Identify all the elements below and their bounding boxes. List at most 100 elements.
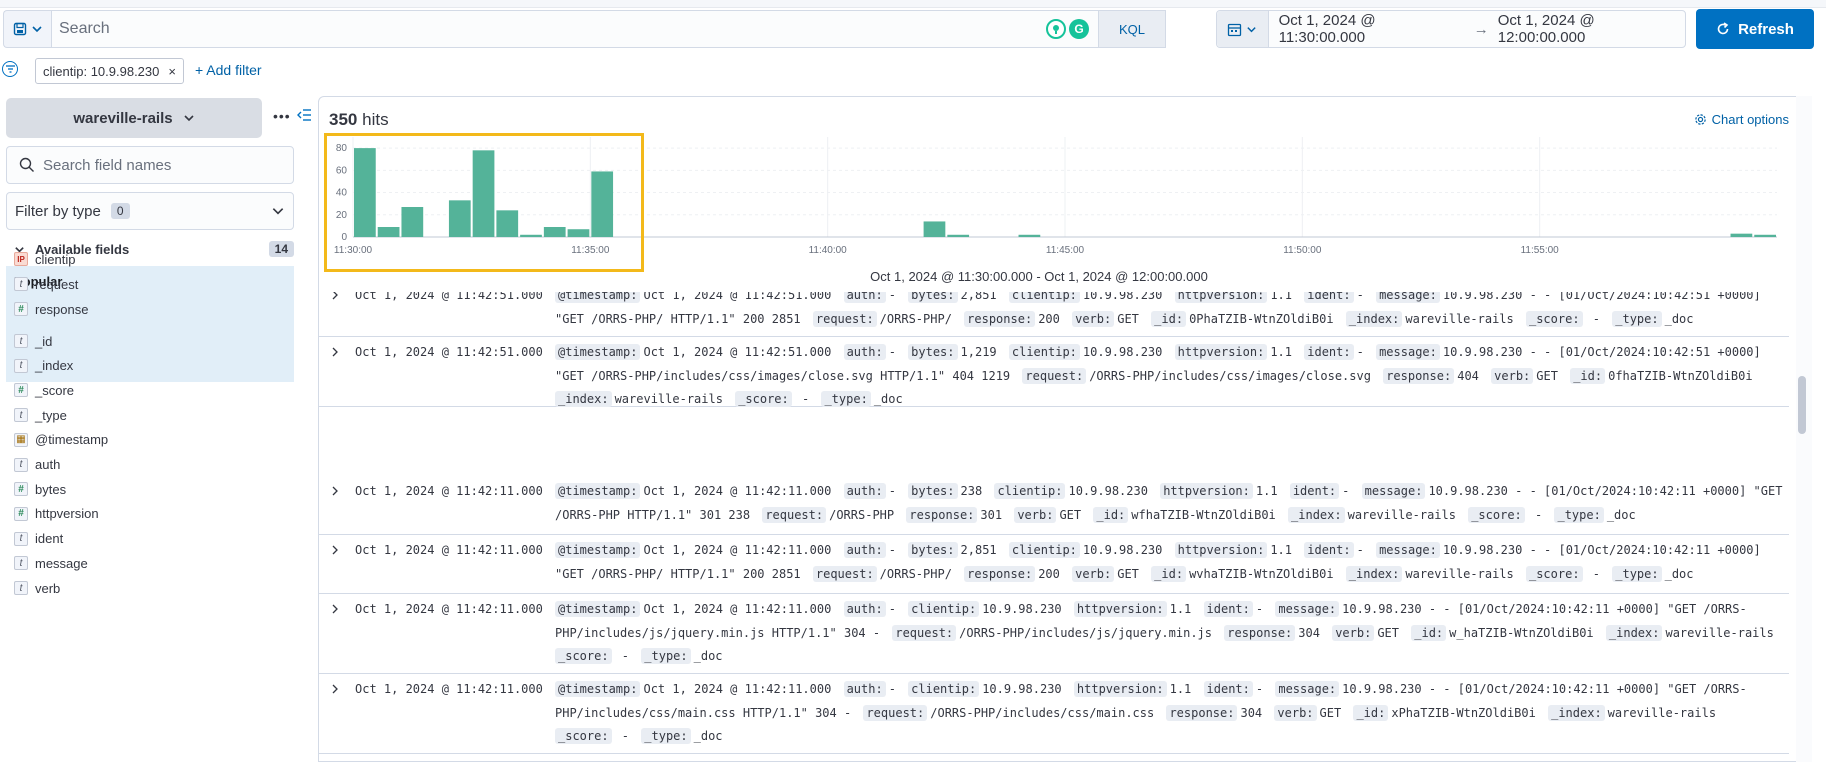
field-key: request: [1022, 367, 1087, 384]
histogram-chart[interactable]: 0 20 40 60 80 11:30:00 11:35:00 11:40:00 11:45:0… [319, 127, 1799, 277]
histogram: 0 20 40 60 80 11:30:00 11:35:00 11:40:00 11:45:0… [319, 127, 1799, 277]
field-value: 200 [1038, 566, 1060, 581]
field-item-clientip[interactable]: IP clientip [14, 249, 75, 269]
field-item-type[interactable]: t _type [14, 405, 67, 425]
histogram-bar[interactable] [354, 148, 376, 237]
end-date[interactable]: Oct 1, 2024 @ 12:00:00.000 [1498, 12, 1685, 46]
field-value: 0PhaTZIB-WtnZOldiB0i [1189, 311, 1334, 326]
histogram-bar[interactable] [1730, 233, 1753, 237]
field-value: 1,219 [960, 345, 997, 359]
add-filter-button[interactable]: + Add filter [195, 62, 262, 78]
field-name: verb [35, 580, 61, 596]
field-value: - [1585, 311, 1608, 326]
collapse-sidebar-icon[interactable] [297, 108, 311, 124]
refresh-button[interactable]: Refresh [1696, 9, 1814, 49]
field-value: /ORRS-PHP/ [879, 311, 952, 326]
field-item-timestamp[interactable]: ▦ @timestamp [14, 430, 108, 450]
extension-icon[interactable] [1046, 19, 1066, 39]
field-value: GET [1059, 507, 1082, 522]
field-name: response [35, 301, 89, 317]
field-item-bytes[interactable]: # bytes [14, 479, 66, 499]
field-item-request[interactable]: t request [14, 274, 78, 294]
field-key: request: [812, 310, 877, 327]
filter-by-type-button[interactable]: Filter by type 0 [6, 192, 294, 230]
expand-row-icon[interactable] [330, 292, 340, 303]
field-value: 0fhaTZIB-WtnZOldiB0i [1608, 368, 1753, 383]
histogram-bar[interactable] [520, 234, 542, 237]
histogram-bar[interactable] [1018, 234, 1041, 237]
field-search-input[interactable] [35, 156, 275, 174]
field-name: auth [35, 457, 61, 472]
field-key: verb: [1491, 367, 1534, 384]
more-options-icon[interactable]: ••• [273, 108, 291, 124]
histogram-bar[interactable] [947, 234, 970, 237]
field-item-id[interactable]: t _id [14, 331, 52, 351]
x-tick-label: 11:55:00 [1521, 245, 1560, 256]
table-row[interactable]: Oct 1, 2024 @ 11:42:11.000 @timestamp: Oct… [319, 594, 1789, 674]
table-row[interactable]: Oct 1, 2024 @ 11:42:11.000 @timestamp: Oct… [319, 674, 1789, 754]
field-value: - [1356, 292, 1364, 302]
results-panel: 350 hits Chart options 0 20 40 60 80 11:30:00… [318, 96, 1798, 762]
field-key: response: [964, 565, 1036, 582]
field-value: wareville-rails [1665, 625, 1774, 640]
expand-row-icon[interactable] [330, 485, 340, 499]
table-row[interactable]: Oct 1, 2024 @ 11:42:51.000 @timestamp: Oct… [319, 292, 1789, 337]
row-source: @timestamp: Oct 1, 2024 @ 11:42:51.000 au… [555, 341, 1785, 412]
saved-query-button[interactable] [3, 10, 51, 48]
search-input[interactable] [52, 11, 1052, 47]
scrollbar-thumb[interactable] [1798, 376, 1806, 434]
field-value: /ORRS-PHP [829, 507, 895, 522]
field-name: message [35, 555, 88, 571]
chevron-down-icon [184, 115, 194, 122]
field-value: 1.1 [1270, 345, 1293, 359]
field-item-index[interactable]: t _index [14, 356, 73, 376]
field-value: wareville-rails [614, 392, 723, 406]
filter-bar: clientip: 10.9.98.230 × + Add filter [0, 55, 1826, 85]
query-language-button[interactable]: KQL [1098, 11, 1165, 47]
table-row[interactable]: Oct 1, 2024 @ 11:42:51.000 @timestamp: Oct… [319, 337, 1789, 407]
field-item-response[interactable]: # response [14, 299, 88, 319]
close-icon[interactable]: × [168, 64, 176, 79]
field-item-score[interactable]: # _score [14, 380, 74, 400]
x-tick-label: 11:30:00 [334, 245, 373, 256]
table-row[interactable]: Oct 1, 2024 @ 11:42:11.000 @timestamp: Oct… [319, 535, 1789, 594]
refresh-icon [1717, 22, 1729, 35]
expand-row-icon[interactable] [330, 544, 340, 558]
expand-row-icon[interactable] [330, 346, 340, 360]
field-value: wareville-rails [1405, 311, 1514, 326]
grammarly-icon[interactable]: G [1069, 19, 1089, 39]
field-key: verb: [1072, 565, 1115, 582]
field-item-ident[interactable]: t ident [14, 529, 63, 549]
quick-date-button[interactable] [1217, 11, 1269, 47]
field-item-auth[interactable]: t auth [14, 455, 60, 475]
index-pattern-selector[interactable]: wareville-rails [6, 98, 262, 138]
chart-options-button[interactable]: Chart options [1694, 112, 1789, 127]
histogram-bar[interactable] [543, 227, 566, 237]
field-key: request: [863, 704, 928, 721]
histogram-bar[interactable] [591, 171, 614, 237]
field-key: verb: [1274, 704, 1317, 721]
field-item-httpversion[interactable]: # httpversion [14, 504, 99, 524]
histogram-bar[interactable] [923, 221, 946, 237]
histogram-bar[interactable] [472, 150, 495, 237]
field-value: - [888, 543, 896, 557]
field-item-message[interactable]: t message [14, 553, 88, 573]
filter-pill-clientip[interactable]: clientip: 10.9.98.230 × [35, 58, 184, 84]
histogram-bar[interactable] [377, 227, 400, 237]
field-item-verb[interactable]: t verb [14, 578, 60, 598]
expand-row-icon[interactable] [330, 603, 340, 617]
filter-options-icon[interactable] [2, 61, 18, 77]
histogram-bar[interactable] [567, 229, 590, 237]
histogram-bar[interactable] [401, 207, 424, 237]
field-key: _score: [555, 728, 612, 744]
histogram-bar[interactable] [1754, 234, 1776, 237]
filter-by-type-label: Filter by type [15, 202, 101, 220]
start-date[interactable]: Oct 1, 2024 @ 11:30:00.000 [1269, 12, 1465, 46]
field-key: auth: [843, 344, 886, 360]
expand-row-icon[interactable] [330, 683, 340, 697]
histogram-bar[interactable] [496, 210, 519, 237]
table-row[interactable]: Oct 1, 2024 @ 11:42:11.000 @timestamp: Oct… [319, 476, 1789, 535]
chevron-down-icon [1247, 26, 1256, 32]
histogram-bar[interactable] [448, 200, 471, 237]
calendar-icon [1228, 23, 1242, 36]
